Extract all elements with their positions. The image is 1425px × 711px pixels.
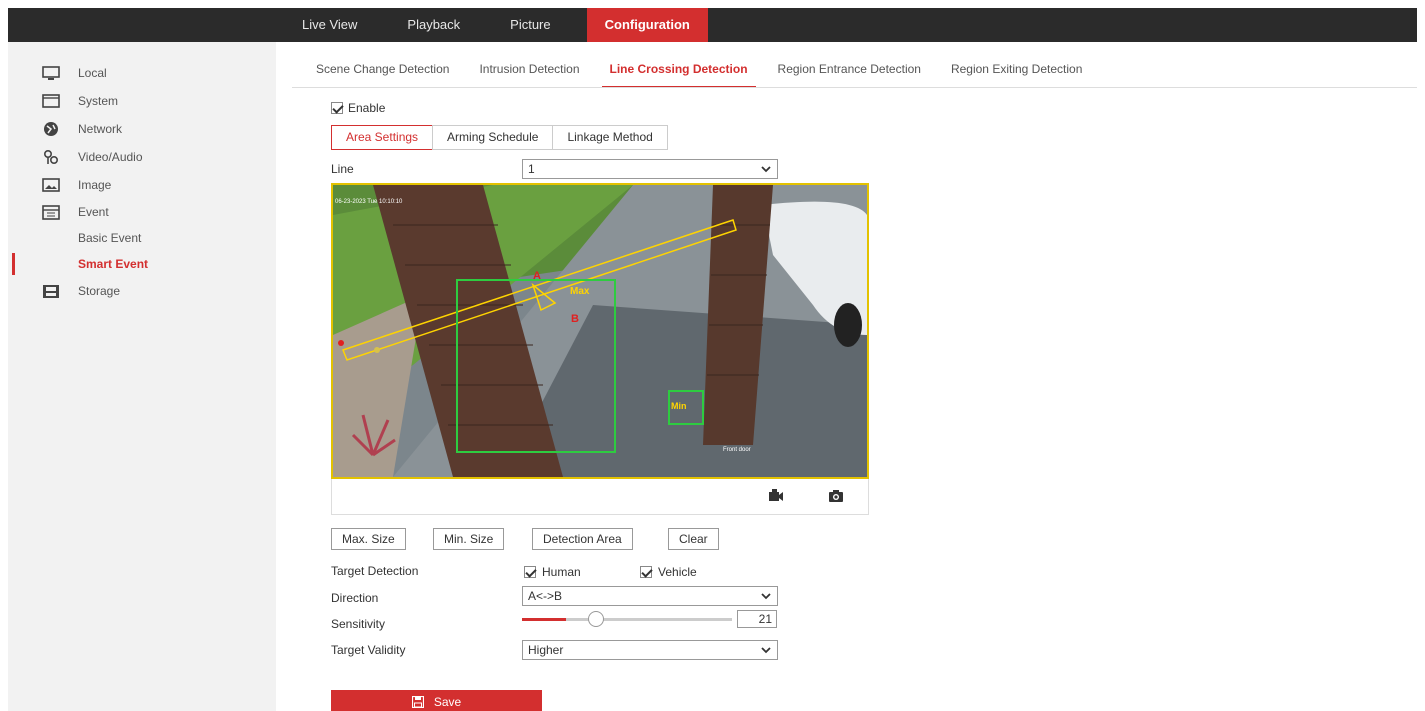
sidebar-item-network[interactable]: Network [8,116,276,142]
sidebar-item-image[interactable]: Image [8,172,276,198]
step-arming-schedule[interactable]: Arming Schedule [432,125,554,150]
direction-label-a: A [533,270,541,282]
target-validity-select[interactable]: Higher [522,640,778,660]
sidebar-subitem-label: Basic Event [78,231,142,245]
save-button[interactable]: Save [331,690,542,711]
sensitivity-value-input[interactable]: 21 [737,610,777,628]
detection-tabs: Scene Change Detection Intrusion Detecti… [300,54,1112,88]
min-size-button[interactable]: Min. Size [433,528,505,550]
nav-picture[interactable]: Picture [496,8,564,42]
direction-select-value: A<->B [528,589,563,603]
step-area-settings[interactable]: Area Settings [331,125,434,150]
target-validity-label: Target Validity [331,643,406,657]
sidebar-item-video-audio[interactable]: Video/Audio [8,144,276,170]
direction-label-b: B [571,313,579,325]
checkbox-checked[interactable] [524,565,536,578]
sidebar-item-label: Event [78,205,109,219]
clear-button[interactable]: Clear [668,528,719,550]
tab-region-exiting-detection[interactable]: Region Exiting Detection [951,54,1082,88]
system-icon [42,94,60,108]
step-linkage-method[interactable]: Linkage Method [552,125,668,150]
chevron-down-icon [761,647,771,654]
monitor-icon [42,66,60,80]
target-detection-label: Target Detection [331,564,419,578]
nav-playback[interactable]: Playback [393,8,474,42]
video-audio-icon [43,149,59,165]
video-osd-timestamp: 06-23-2023 Tue 10:10:10 [335,199,403,205]
video-toolbar [331,479,869,515]
camera-scene [333,185,867,477]
sidebar-item-label: Local [78,66,107,80]
checkbox-checked[interactable] [640,565,652,578]
sidebar: Local System Network Video/Audio Image E… [8,42,276,711]
line-label: Line [331,162,354,176]
tab-region-entrance-detection[interactable]: Region Entrance Detection [778,54,921,88]
human-label: Human [542,564,581,579]
sidebar-item-label: Image [78,178,112,192]
target-validity-select-value: Higher [528,643,564,657]
sidebar-subitem-smart-event[interactable]: Smart Event [8,251,276,277]
storage-icon [43,285,59,298]
human-checkbox[interactable]: Human [524,564,581,579]
sidebar-item-storage[interactable]: Storage [8,278,276,304]
top-nav: Live View Playback Picture Configuration [288,8,730,42]
nav-configuration[interactable]: Configuration [586,8,708,42]
sidebar-subitem-basic-event[interactable]: Basic Event [8,225,276,251]
line-select-value: 1 [528,162,535,176]
direction-label: Direction [331,591,379,605]
detection-area-button[interactable]: Detection Area [532,528,633,550]
sidebar-subitem-label: Smart Event [78,257,149,271]
min-size-label: Min [671,401,687,411]
sensitivity-label: Sensitivity [331,617,386,631]
enable-checkbox[interactable]: Enable [331,100,385,115]
save-label: Save [433,695,462,709]
vehicle-label: Vehicle [658,564,697,579]
checkbox-checked[interactable] [331,101,343,114]
vehicle-checkbox[interactable]: Vehicle [640,564,697,579]
globe-icon [44,122,58,136]
settings-steps: Area Settings Arming Schedule Linkage Me… [331,125,668,150]
top-nav-bar: Live View Playback Picture Configuration [8,8,1417,42]
sidebar-item-label: Storage [78,284,121,298]
record-icon[interactable] [768,489,784,503]
calendar-icon [42,205,60,220]
enable-label: Enable [348,100,386,115]
sidebar-item-local[interactable]: Local [8,60,276,86]
max-size-button[interactable]: Max. Size [331,528,406,550]
save-icon [411,696,424,708]
nav-live-view[interactable]: Live View [288,8,371,42]
chevron-down-icon [761,593,771,600]
sidebar-item-system[interactable]: System [8,88,276,114]
tab-scene-change-detection[interactable]: Scene Change Detection [316,54,449,88]
tab-intrusion-detection[interactable]: Intrusion Detection [479,54,579,88]
direction-select[interactable]: A<->B [522,586,778,606]
line-select[interactable]: 1 [522,159,778,179]
tabs-divider [292,87,1417,88]
max-size-label: Max [570,286,590,297]
chevron-down-icon [761,166,771,173]
camera-snapshot-icon[interactable] [828,489,844,503]
sidebar-item-label: System [78,94,119,108]
active-indicator [12,253,15,275]
sidebar-item-label: Network [78,122,123,136]
image-icon [42,178,60,192]
sensitivity-slider-thumb[interactable] [588,611,605,627]
video-osd-camera-name: Front door [723,447,751,453]
sensitivity-slider-track[interactable] [522,618,732,621]
video-preview[interactable]: 06-23-2023 Tue 10:10:10 A B Max Min Fron… [331,183,869,479]
sensitivity-slider-fill [522,618,567,621]
tab-line-crossing-detection[interactable]: Line Crossing Detection [601,54,756,88]
sidebar-item-label: Video/Audio [78,150,143,164]
sidebar-item-event[interactable]: Event [8,199,276,225]
